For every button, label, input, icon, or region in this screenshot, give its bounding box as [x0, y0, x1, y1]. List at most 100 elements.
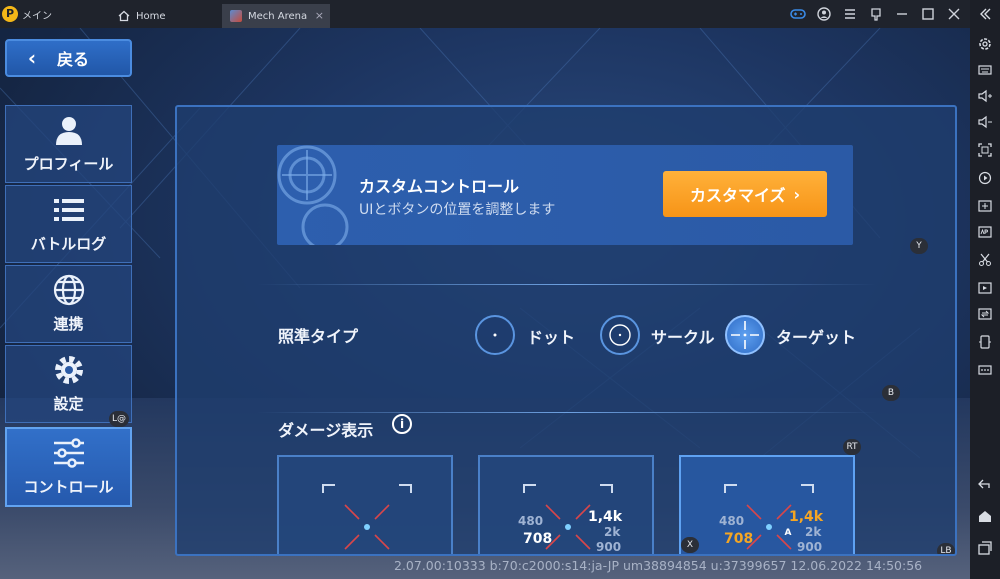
- customize-button-label: カスタマイズ: [689, 186, 786, 205]
- a-hotkey-badge: A: [784, 528, 792, 538]
- crosshair-preview-icon: [523, 484, 613, 550]
- damage-option-none[interactable]: [277, 455, 453, 554]
- sliders-icon: [53, 438, 84, 468]
- damage-number: 708: [724, 531, 754, 547]
- close-icon[interactable]: [944, 4, 964, 24]
- globe-icon: [53, 274, 84, 306]
- sidebar-item-label: 設定: [53, 395, 84, 413]
- back-nav-icon[interactable]: [977, 476, 993, 492]
- sidebar-item-link[interactable]: 連携: [5, 265, 132, 343]
- aim-hotkey-badge: B: [882, 385, 900, 401]
- dot-reticle-icon: [493, 333, 497, 337]
- pin-icon[interactable]: [866, 4, 886, 24]
- record-icon[interactable]: [977, 170, 993, 186]
- info-icon[interactable]: i: [392, 414, 412, 434]
- damage-number: 480: [518, 514, 544, 528]
- tab-home-label: Home: [136, 10, 166, 22]
- aim-option-circle-label: サークル: [651, 328, 715, 347]
- custom-control-title: カスタムコントロール: [359, 177, 520, 196]
- rotate-icon[interactable]: [977, 334, 993, 350]
- sidebar-item-label: バトルログ: [30, 235, 107, 253]
- back-button[interactable]: ‹ 戻る: [5, 39, 132, 77]
- circle-reticle-icon: [609, 324, 631, 346]
- tab-home[interactable]: Home: [110, 4, 218, 28]
- chevron-left-icon: ‹: [27, 46, 37, 70]
- controls-panel: カスタムコントロール UIとボタンの位置を調整します カスタマイズ › Y 照準…: [175, 105, 957, 556]
- back-button-label: 戻る: [57, 50, 90, 69]
- window-titlebar: P メイン Home Mech Arena ×: [0, 0, 1000, 28]
- crosshair-preview-icon: [322, 484, 412, 550]
- custom-control-banner: カスタムコントロール UIとボタンの位置を調整します カスタマイズ ›: [277, 145, 853, 245]
- damage-number: 1,4k: [588, 509, 623, 525]
- sidebar-item-label: コントロール: [23, 478, 114, 496]
- game-viewport: ‹ 戻る プロフィール バトルログ 連携 設定 L@ コントロール カスタムコン…: [0, 28, 970, 579]
- lb-hotkey-badge: LB: [937, 543, 955, 554]
- swap-icon[interactable]: [977, 306, 993, 322]
- sidebar-item-label: プロフィール: [23, 155, 114, 173]
- damage-number: 480: [719, 514, 745, 528]
- aim-option-target[interactable]: [725, 315, 765, 355]
- volume-up-icon[interactable]: [977, 88, 993, 104]
- window-controls: [788, 4, 964, 24]
- sidebar-item-profile[interactable]: プロフィール: [5, 105, 132, 183]
- chevron-right-icon: ›: [793, 184, 801, 204]
- target-reticle-icon: [731, 321, 759, 349]
- user-icon: [55, 117, 82, 145]
- bluestacks-logo-icon: P: [2, 6, 18, 22]
- tab-close-icon[interactable]: ×: [315, 9, 324, 22]
- custom-control-subtitle: UIとボタンの位置を調整します: [359, 202, 556, 218]
- mech-arena-app-icon: [230, 10, 242, 22]
- damage-number: 2k: [604, 525, 621, 539]
- volume-down-icon[interactable]: [977, 114, 993, 130]
- fullscreen-icon[interactable]: [977, 142, 993, 158]
- version-text: 2.07.00:10333 b:70:c2000:s14:ja-JP um388…: [394, 558, 923, 573]
- aim-option-dot[interactable]: [475, 315, 515, 355]
- emulator-sidebar: [970, 0, 1000, 579]
- list-icon: [53, 199, 84, 221]
- sidebar-item-battle-log[interactable]: バトルログ: [5, 185, 132, 263]
- install-apk-icon[interactable]: [977, 198, 993, 214]
- collapse-icon[interactable]: [977, 6, 993, 22]
- media-icon[interactable]: [977, 280, 993, 296]
- keyboard-icon[interactable]: [977, 62, 993, 78]
- recents-nav-icon[interactable]: [977, 540, 993, 556]
- damage-option-highlight[interactable]: 480 1,4k 708 2k 900: [679, 455, 855, 554]
- sidebar-item-controls[interactable]: コントロール: [5, 427, 132, 507]
- settings-hotkey-badge: L@: [109, 411, 130, 427]
- gear-icon: [54, 356, 83, 384]
- damage-hotkey-badge: RT: [843, 439, 861, 455]
- damage-number: 900: [596, 540, 622, 554]
- customize-hotkey-badge: Y: [910, 238, 928, 254]
- tab-mech-arena[interactable]: Mech Arena ×: [222, 4, 330, 28]
- crosshair-emblem-icon: [277, 145, 349, 245]
- aim-option-circle[interactable]: [600, 315, 640, 355]
- damage-number: 708: [523, 531, 553, 547]
- damage-option-numbers[interactable]: 480 1,4k 708 2k 900: [478, 455, 654, 554]
- damage-number: 900: [797, 540, 823, 554]
- divider: [257, 412, 877, 413]
- screenshot-icon[interactable]: [977, 252, 993, 268]
- home-nav-icon[interactable]: [977, 508, 993, 524]
- apk-icon[interactable]: [977, 224, 993, 240]
- minimize-icon[interactable]: [892, 4, 912, 24]
- aim-type-label: 照準タイプ: [278, 327, 359, 346]
- tab-mech-arena-label: Mech Arena: [248, 10, 308, 22]
- damage-display-label: ダメージ表示: [278, 421, 374, 440]
- settings-icon[interactable]: [977, 36, 993, 52]
- aim-option-target-label: ターゲット: [776, 328, 857, 347]
- customize-button[interactable]: カスタマイズ ›: [663, 171, 827, 217]
- divider: [257, 284, 877, 285]
- x-hotkey-badge: X: [681, 537, 699, 553]
- gamepad-icon[interactable]: [788, 4, 808, 24]
- maximize-icon[interactable]: [918, 4, 938, 24]
- home-icon: [118, 10, 130, 22]
- menu-icon[interactable]: [840, 4, 860, 24]
- aim-option-dot-label: ドット: [527, 328, 576, 347]
- sidebar-item-label: 連携: [53, 315, 84, 333]
- crosshair-preview-icon: [724, 484, 814, 550]
- damage-number: 2k: [805, 525, 822, 539]
- settings-sidebar: プロフィール バトルログ 連携 設定 L@ コントロール: [5, 105, 132, 510]
- account-icon[interactable]: [814, 4, 834, 24]
- damage-number: 1,4k: [789, 509, 824, 525]
- more-icon[interactable]: [977, 362, 993, 378]
